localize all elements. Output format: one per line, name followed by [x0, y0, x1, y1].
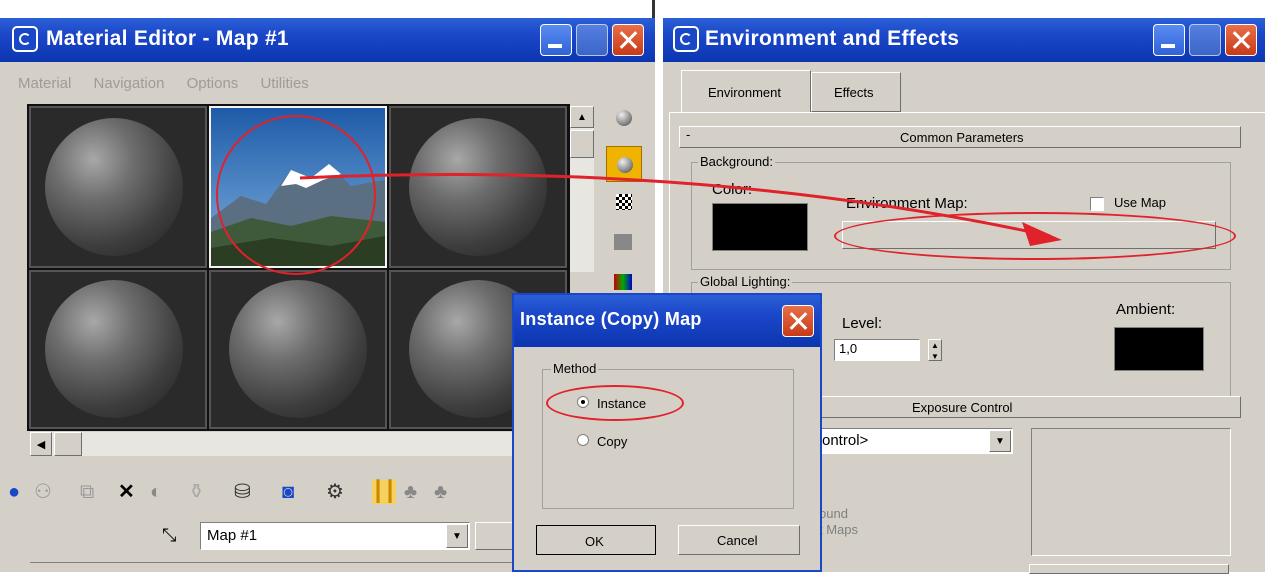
process-background-label-partial: ound	[819, 506, 848, 521]
app-logo-icon	[673, 26, 699, 52]
dialog-title: Instance (Copy) Map	[520, 309, 702, 329]
go-forward-to-sibling-icon[interactable]: ♣	[434, 480, 447, 504]
tab-environment[interactable]: Environment	[681, 70, 811, 112]
assign-to-selection-icon[interactable]: ⧉	[80, 480, 94, 504]
side-toolbar	[604, 106, 644, 296]
material-toolbar: ● ⚇ ⧉ ✕ ◐ ⚱ ⛁ ◙ ⚙ ┃┃ ♣ ♣	[0, 476, 520, 506]
render-preview-button[interactable]	[1029, 564, 1229, 574]
video-color-check-icon[interactable]	[614, 274, 632, 290]
show-map-in-viewport-icon[interactable]: ⚙	[326, 480, 344, 504]
ambient-label: Ambient:	[1116, 301, 1176, 318]
level-spinner[interactable]: ▲ ▼	[928, 339, 942, 361]
make-copy-icon[interactable]: ◐	[150, 480, 162, 504]
sample-slot-5[interactable]	[209, 270, 387, 429]
menu-utilities[interactable]: Utilities	[260, 75, 308, 92]
material-sphere	[229, 280, 367, 418]
copy-radio[interactable]	[577, 434, 589, 446]
map-name-dropdown[interactable]: ▼	[446, 524, 468, 548]
backlight-icon[interactable]	[606, 146, 642, 182]
menu-material[interactable]: Material	[18, 75, 71, 92]
maximize-button[interactable]	[576, 24, 608, 56]
sample-slot-4[interactable]	[29, 270, 207, 429]
app-logo-icon	[12, 26, 38, 52]
highlight-instance-ellipse	[546, 385, 684, 421]
env-close-button[interactable]	[1225, 24, 1257, 56]
exposure-preview	[1031, 428, 1231, 556]
background-checker-icon[interactable]	[616, 194, 632, 210]
map-name-value: Map #1	[207, 527, 258, 544]
scroll-thumb[interactable]	[570, 130, 594, 158]
map-type-button[interactable]	[475, 522, 515, 550]
common-parameters-rollout[interactable]: - Common Parameters	[679, 126, 1241, 148]
sample-slot-3[interactable]	[389, 106, 567, 268]
scroll-up-button[interactable]: ▲	[570, 106, 594, 128]
env-window-title: Environment and Effects	[705, 27, 960, 50]
make-unique-icon[interactable]: ⚱	[188, 480, 205, 504]
dialog-close-button[interactable]	[782, 305, 814, 337]
use-map-label: Use Map	[1114, 195, 1167, 210]
copy-label: Copy	[597, 434, 628, 449]
background-color-swatch[interactable]	[712, 203, 808, 251]
show-end-result-icon[interactable]: ┃┃	[372, 480, 397, 504]
pick-from-object-icon[interactable]: ⤡	[162, 525, 176, 546]
material-sphere	[409, 118, 547, 256]
sample-slot-1[interactable]	[29, 106, 207, 268]
lower-rollout	[30, 562, 530, 572]
minimize-button[interactable]	[540, 24, 572, 56]
scroll-left-button[interactable]: ◀	[30, 432, 52, 456]
horizontal-scrollbar[interactable]: ◀	[30, 432, 540, 456]
window-divider	[652, 0, 655, 18]
environment-maps-label-partial: t Maps	[819, 522, 859, 537]
env-effects-titlebar[interactable]: Environment and Effects	[663, 18, 1265, 62]
menu-bar: Material Navigation Options Utilities	[18, 75, 618, 95]
exposure-dropdown-arrow[interactable]: ▼	[989, 430, 1011, 452]
cancel-button[interactable]: Cancel	[678, 525, 800, 555]
level-field[interactable]: 1,0	[834, 339, 920, 361]
put-to-scene-icon[interactable]: ⚇	[34, 480, 52, 504]
scroll-h-thumb[interactable]	[54, 432, 82, 456]
menu-options[interactable]: Options	[187, 75, 239, 92]
dialog-titlebar[interactable]: Instance (Copy) Map	[514, 295, 820, 347]
ambient-color-swatch[interactable]	[1114, 327, 1204, 371]
ok-button[interactable]: OK	[536, 525, 656, 555]
material-sphere	[45, 280, 183, 418]
material-id-channel-icon[interactable]: ◙	[282, 480, 294, 504]
exposure-control-dropdown[interactable]: ontrol> ▼	[803, 428, 1013, 454]
uv-tiling-icon[interactable]	[614, 234, 632, 250]
env-minimize-button[interactable]	[1153, 24, 1185, 56]
material-sphere	[45, 118, 183, 256]
get-material-icon[interactable]: ●	[8, 480, 20, 504]
instance-copy-dialog: Instance (Copy) Map Method Instance Copy…	[512, 293, 822, 572]
window-title: Material Editor - Map #1	[46, 27, 289, 50]
map-name-field[interactable]: Map #1 ▼	[200, 522, 470, 550]
material-editor-titlebar[interactable]: Material Editor - Map #1	[0, 18, 655, 62]
use-map-checkbox[interactable]	[1090, 197, 1104, 211]
highlight-map-circle	[216, 115, 376, 275]
close-button[interactable]	[612, 24, 644, 56]
highlight-env-map-ellipse	[834, 212, 1236, 260]
menu-navigation[interactable]: Navigation	[94, 75, 165, 92]
reset-map-icon[interactable]: ✕	[118, 480, 135, 504]
go-to-parent-icon[interactable]: ♣	[404, 480, 417, 504]
env-map-label: Environment Map:	[846, 195, 968, 212]
vertical-scrollbar[interactable]: ▲	[570, 106, 594, 272]
tab-effects[interactable]: Effects	[811, 72, 901, 112]
put-to-library-icon[interactable]: ⛁	[234, 480, 251, 504]
level-label: Level:	[842, 315, 883, 332]
env-maximize-button[interactable]	[1189, 24, 1221, 56]
color-label: Color:	[712, 181, 753, 198]
sample-type-sphere-icon[interactable]	[616, 110, 632, 126]
